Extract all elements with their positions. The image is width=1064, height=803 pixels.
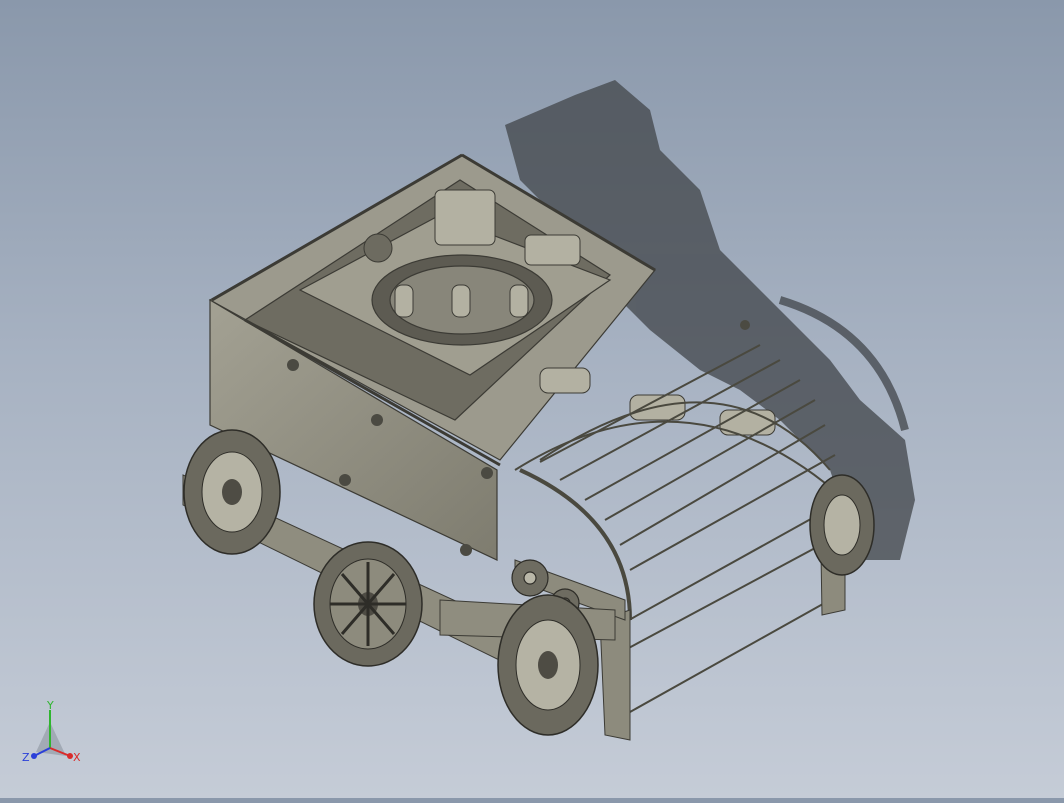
x-axis-label: X <box>73 751 81 764</box>
z-axis-label: Z <box>22 751 30 764</box>
orientation-triad[interactable]: Y X Z <box>18 699 88 770</box>
mecanum-wheel-rear-left <box>183 429 281 555</box>
cad-viewport[interactable] <box>0 0 1064 798</box>
mecanum-wheel-front-right <box>809 474 875 576</box>
center-drive-wheel <box>313 541 423 667</box>
y-axis-label: Y <box>46 700 54 712</box>
model-canvas <box>182 80 915 741</box>
triad-graphic: Y X Z <box>22 699 81 764</box>
mecanum-wheel-front-left <box>497 594 599 736</box>
